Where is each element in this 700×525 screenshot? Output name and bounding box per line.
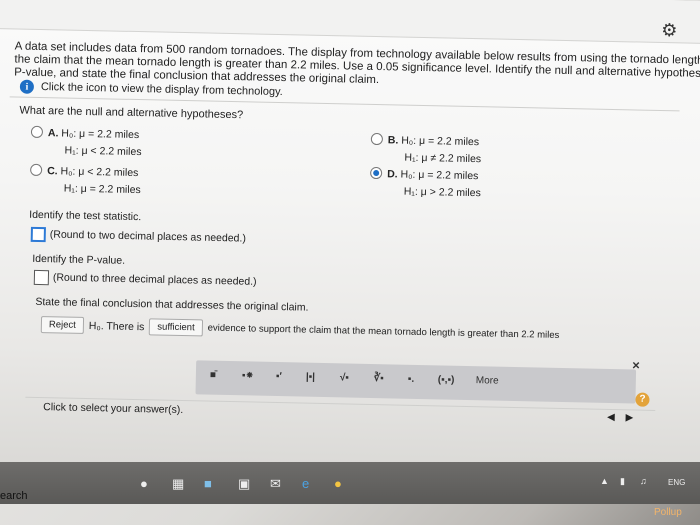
edge-icon[interactable]: e [302,476,309,491]
volume-icon[interactable]: ♫ [640,476,647,486]
radio-option-b[interactable] [370,133,383,146]
exponent-button[interactable]: ▪′ [276,371,282,382]
math-palette: ■̄ ▪⁕ ▪′ |▪| √▪ ∛▪ ▪. (▪,▪) More [195,360,637,404]
fraction-button[interactable]: ■̄ [210,370,216,381]
mic-icon[interactable]: ● [140,476,148,491]
store-icon[interactable]: ▣ [238,476,250,492]
option-a[interactable]: A. H₀: μ = 2.2 miles H₁: μ < 2.2 miles [30,125,142,161]
task-view-icon[interactable]: ▦ [172,476,184,492]
question-hypotheses: What are the null and alternative hypoth… [19,104,244,122]
battery-icon: ▮ [620,476,625,486]
windows-taskbar: ● ▦ ■ ▣ ✉ e ● ▲ ▮ ♫ ENG [0,462,700,504]
p-value-prompt: Identify the P-value. [32,252,126,267]
chrome-icon[interactable]: ● [334,476,342,491]
more-button[interactable]: More [476,375,499,386]
option-c-h1: H₁: μ = 2.2 miles [63,182,141,197]
ordered-pair-button[interactable]: (▪,▪) [438,374,455,385]
p-value-row: (Round to three decimal places as needed… [33,269,257,290]
option-c-h0: H₀: μ < 2.2 miles [60,165,139,180]
option-d-h1: H₁: μ > 2.2 miles [403,185,481,200]
close-palette-icon[interactable]: × [632,357,640,372]
option-b-h0: H₀: μ = 2.2 miles [401,134,480,149]
option-a-h1: H₁: μ < 2.2 miles [64,144,142,159]
test-stat-row: (Round to two decimal places as needed.) [30,226,247,247]
conclusion-rest-text: evidence to support the claim that the m… [207,322,560,341]
option-a-h0: H₀: μ = 2.2 miles [61,127,140,142]
option-a-letter: A. [47,127,59,140]
gear-icon[interactable]: ⚙ [661,20,678,41]
option-b[interactable]: B. H₀: μ = 2.2 miles H₁: μ ≠ 2.2 miles [370,132,481,168]
radio-option-d-selected[interactable] [370,167,383,180]
option-c[interactable]: C. H₀: μ < 2.2 miles H₁: μ = 2.2 miles [30,163,142,199]
file-explorer-icon[interactable]: ■ [204,476,212,491]
nav-arrows: ◀ ▶ [607,412,633,424]
option-d[interactable]: D. H₀: μ = 2.2 miles H₁: μ > 2.2 miles [370,166,482,202]
radio-option-a[interactable] [30,126,44,139]
next-icon[interactable]: ▶ [625,412,633,423]
tray-arrow-icon[interactable]: ▲ [600,476,609,486]
laptop-brand: Pollup [654,507,682,518]
absolute-value-button[interactable]: |▪| [306,372,315,383]
sufficient-dropdown[interactable]: sufficient [149,318,203,337]
option-b-letter: B. [387,134,399,147]
decimal-button[interactable]: ▪. [408,374,415,385]
reject-dropdown[interactable]: Reject [40,316,85,334]
option-c-letter: C. [47,165,58,178]
p-value-hint: (Round to three decimal places as needed… [52,271,257,288]
select-answer-hint: Click to select your answer(s). [43,401,184,417]
test-stat-input[interactable] [30,226,46,243]
conclusion-prompt: State the final conclusion that addresse… [35,295,309,314]
search-box[interactable]: earch [0,490,28,502]
conclusion-row: Reject H₀. There is sufficient evidence … [40,316,560,344]
prev-icon[interactable]: ◀ [607,412,615,423]
radio-option-c[interactable] [30,164,43,177]
conclusion-h0-text: H₀. There is [88,319,145,333]
browser-screen: ⚙ A data set includes data from 500 rand… [0,0,700,481]
top-toolbar: ⚙ [0,0,700,44]
info-text[interactable]: Click the icon to view the display from … [41,81,283,98]
language-indicator[interactable]: ENG [668,478,685,487]
option-d-h0: H₀: μ = 2.2 miles [400,168,479,183]
cube-root-button[interactable]: ∛▪ [374,373,384,384]
test-stat-prompt: Identify the test statistic. [29,208,142,224]
help-icon[interactable]: ? [635,392,650,407]
info-icon[interactable]: i [19,79,35,94]
test-stat-hint: (Round to two decimal places as needed.) [49,228,247,245]
p-value-input[interactable] [33,269,50,286]
option-d-letter: D. [387,168,398,181]
sqrt-button[interactable]: √▪ [340,372,349,383]
mail-icon[interactable]: ✉ [270,476,281,492]
mixed-number-button[interactable]: ▪⁕ [242,370,254,381]
